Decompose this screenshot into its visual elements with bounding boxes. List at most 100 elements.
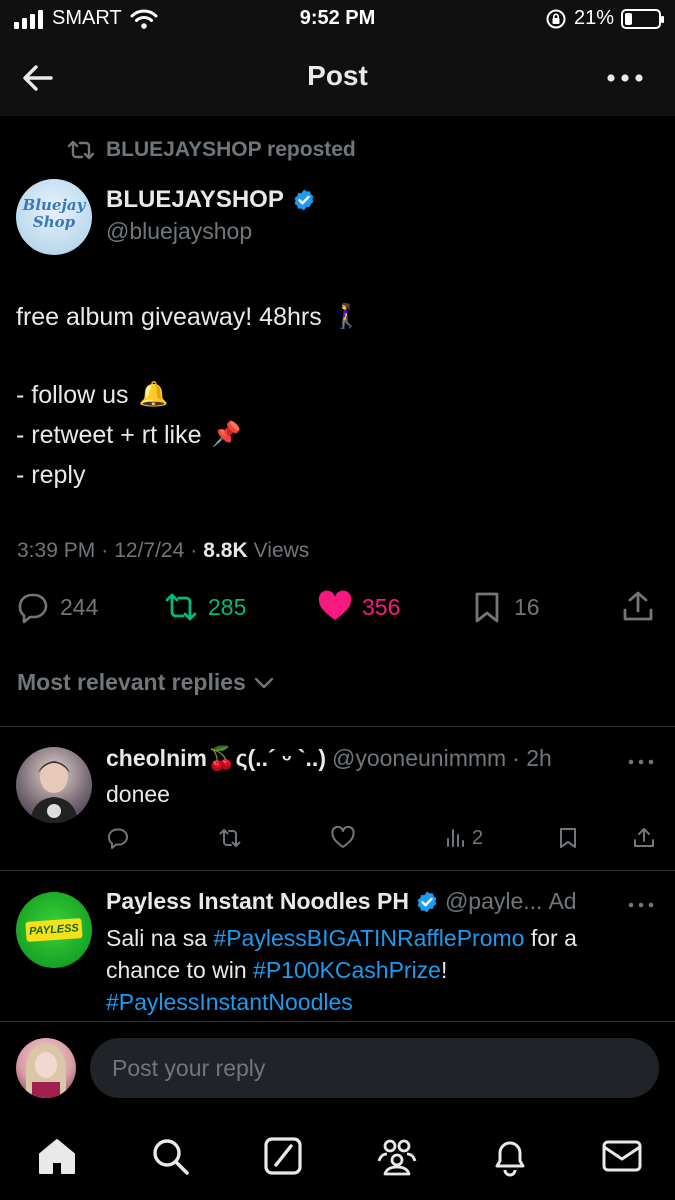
ad-text-segment: Sali na sa <box>106 925 214 951</box>
reply-like-button[interactable] <box>331 826 355 850</box>
tab-grok[interactable] <box>261 1134 305 1178</box>
meta-separator: · <box>190 539 198 562</box>
reply-bookmark-button[interactable] <box>556 826 580 850</box>
search-icon <box>153 1139 189 1175</box>
reply-composer <box>0 1022 675 1114</box>
reply-repost-button[interactable] <box>218 826 242 850</box>
author-name: BLUEJAYSHOP <box>106 186 284 213</box>
hashtag-link[interactable]: #PaylessInstantNoodles <box>106 989 353 1015</box>
reply-button[interactable]: 244 <box>16 590 98 624</box>
reply-share-button[interactable] <box>632 826 656 850</box>
tab-messages[interactable] <box>600 1134 644 1178</box>
post-line: - retweet + rt like 📌 <box>16 415 656 455</box>
reply-avatar-image <box>30 761 78 823</box>
verified-badge-icon <box>294 189 314 211</box>
ad-text: Sali na sa #PaylessBIGATINRafflePromo fo… <box>106 922 646 1018</box>
post-meta: 3:39 PM · 12/7/24 · 8.8K Views <box>17 539 309 563</box>
repost-indicator[interactable]: BLUEJAYSHOP reposted <box>68 138 356 162</box>
pushpin-emoji-icon: 📌 <box>211 421 242 448</box>
reply-input[interactable] <box>90 1038 659 1098</box>
repost-button[interactable]: 285 <box>164 590 246 624</box>
author-avatar[interactable]: Bluejay Shop <box>16 179 92 255</box>
repost-icon <box>165 593 197 621</box>
verified-badge-icon <box>417 891 437 912</box>
post-line-text: free album giveaway! 48hrs <box>16 303 322 331</box>
avatar-logo-line-2: Shop <box>32 213 76 231</box>
avatar-logo-line-1: Bluejay <box>22 196 86 214</box>
page-title: Post <box>307 60 368 91</box>
tab-home[interactable] <box>35 1134 79 1178</box>
bookmark-icon <box>560 828 576 848</box>
ad-text-segment: for a <box>524 925 577 951</box>
views-count[interactable]: 8.8K <box>203 539 247 563</box>
home-icon <box>39 1139 75 1174</box>
reply-views-count: 2 <box>472 826 484 849</box>
analytics-icon <box>447 829 464 847</box>
reply-count: 244 <box>60 593 99 620</box>
communities-icon <box>377 1139 417 1176</box>
more-horizontal-icon[interactable] <box>627 757 655 767</box>
hashtag-link[interactable]: #PaylessBIGATINRafflePromo <box>213 925 524 951</box>
ad-label: Ad <box>548 888 577 914</box>
notifications-icon <box>495 1141 525 1177</box>
reply-views-button[interactable]: 2 <box>444 826 483 850</box>
post-actions: 244 285 356 16 <box>0 590 675 634</box>
ad-text-line: chance to win #P100KCashPrize! <box>106 954 646 986</box>
reply-icon <box>18 593 48 624</box>
repost-icon <box>219 829 241 847</box>
reply-avatar[interactable] <box>16 747 92 823</box>
ad-author-handle[interactable]: @payle... <box>445 888 543 915</box>
bottom-tab-bar <box>0 1114 675 1200</box>
bell-emoji-icon: 🔔 <box>138 381 169 408</box>
reply-reply-button[interactable] <box>106 826 130 850</box>
ad-author-name[interactable]: Payless Instant Noodles PH <box>106 888 409 915</box>
heart-icon <box>331 826 355 848</box>
bookmark-icon <box>475 592 499 623</box>
views-label: Views <box>253 539 310 562</box>
ad-avatar[interactable]: PAYLESS <box>16 892 92 968</box>
like-count: 356 <box>362 593 401 620</box>
battery-icon <box>621 8 664 29</box>
heart-filled-icon <box>318 590 352 620</box>
reply-icon <box>108 828 128 849</box>
battery-fill <box>625 12 632 25</box>
reply-author-name[interactable]: cheolnim🍒ς(..´ ᵕ `..) <box>106 745 326 772</box>
more-horizontal-icon[interactable] <box>627 900 655 910</box>
post-line-text: - follow us <box>16 381 129 409</box>
orientation-lock-icon <box>546 9 566 28</box>
author-handle[interactable]: @bluejayshop <box>106 218 252 245</box>
grok-icon <box>264 1137 302 1175</box>
reply-text: donee <box>106 781 170 807</box>
tab-search[interactable] <box>148 1134 192 1178</box>
chevron-down-icon <box>254 677 274 688</box>
post-line: - follow us 🔔 <box>16 375 656 415</box>
bookmark-count: 16 <box>514 593 540 620</box>
reply-header: cheolnim🍒ς(..´ ᵕ `..) @yooneunimmm · 2h <box>106 745 552 772</box>
replies-sort-dropdown[interactable]: Most relevant replies <box>17 669 276 696</box>
tab-notifications[interactable] <box>488 1134 532 1178</box>
like-button[interactable]: 356 <box>318 590 400 624</box>
top-nav: Post <box>0 38 675 116</box>
author-name-row[interactable]: BLUEJAYSHOP <box>106 186 316 214</box>
post-text: free album giveaway! 48hrs 🚶‍♀️ - follow… <box>16 297 656 495</box>
ad-header: Payless Instant Noodles PH @payle... Ad <box>106 888 577 915</box>
status-right: 21% <box>545 7 664 30</box>
repost-count: 285 <box>208 593 247 620</box>
repost-icon <box>68 140 94 160</box>
post-date[interactable]: 12/7/24 <box>114 539 184 563</box>
more-horizontal-icon[interactable] <box>605 64 645 92</box>
battery-percent: 21% <box>573 7 614 29</box>
messages-icon <box>602 1140 642 1172</box>
post-time[interactable]: 3:39 PM <box>17 539 95 563</box>
share-button[interactable] <box>621 590 655 624</box>
reply-author-handle[interactable]: @yooneunimmm <box>332 745 506 772</box>
hashtag-link[interactable]: #P100KCashPrize <box>253 957 441 983</box>
reply-age: · 2h <box>512 745 552 771</box>
walking-person-emoji-icon: 🚶‍♀️ <box>331 303 362 330</box>
repost-label: BLUEJAYSHOP reposted <box>106 138 356 161</box>
current-user-avatar[interactable] <box>16 1038 76 1098</box>
bookmark-button[interactable]: 16 <box>470 590 540 624</box>
ad-text-segment: ! <box>440 957 448 983</box>
share-icon <box>623 591 653 621</box>
tab-communities[interactable] <box>375 1134 419 1178</box>
